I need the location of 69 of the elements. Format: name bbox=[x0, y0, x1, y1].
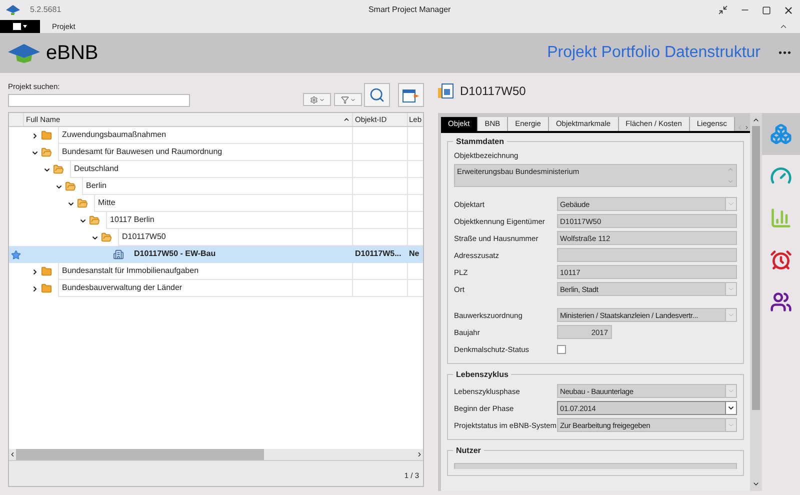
page-title: Projekt Portfolio Datenstruktur bbox=[547, 43, 760, 63]
alarm-clock-icon bbox=[770, 249, 792, 271]
restore-icon[interactable] bbox=[718, 5, 728, 15]
folder-icon bbox=[41, 130, 52, 142]
window-title: Smart Project Manager bbox=[367, 4, 452, 16]
cubes-icon bbox=[770, 123, 792, 145]
collapse-icon[interactable] bbox=[43, 166, 51, 174]
folder-icon bbox=[53, 164, 64, 176]
logo-icon bbox=[6, 5, 20, 15]
settings-icon bbox=[310, 96, 318, 104]
maximize-icon[interactable] bbox=[762, 6, 771, 14]
users-icon bbox=[770, 291, 792, 313]
collapse-ribbon-icon[interactable] bbox=[779, 22, 788, 31]
checkbox[interactable] bbox=[557, 344, 566, 354]
new-window-button[interactable] bbox=[398, 83, 424, 108]
window-stack-icon bbox=[438, 83, 454, 99]
mortarboard-logo-icon bbox=[8, 42, 40, 64]
vertical-scrollbar[interactable] bbox=[750, 113, 762, 491]
folder-icon bbox=[41, 147, 52, 158]
scroll-down-icon[interactable] bbox=[752, 480, 760, 488]
settings-dropdown-button[interactable] bbox=[303, 93, 331, 106]
horizontal-scrollbar[interactable] bbox=[9, 449, 423, 460]
tree-cell-text: D10117W50 - EW-Bau bbox=[133, 248, 217, 260]
collapse-icon[interactable] bbox=[31, 148, 39, 157]
folder-icon bbox=[41, 283, 52, 294]
scrollbar-thumb[interactable] bbox=[16, 449, 264, 460]
search-report-button[interactable] bbox=[364, 83, 390, 108]
window-arrow-icon bbox=[402, 87, 420, 104]
filter-icon bbox=[340, 96, 348, 104]
logo-text: eBNB bbox=[46, 41, 98, 66]
expand-icon[interactable] bbox=[31, 284, 39, 293]
caret-icon bbox=[318, 96, 324, 103]
object-title: D10117W50 bbox=[460, 83, 526, 100]
tree-row[interactable]: D10117W50 - EW-Bau D10117W5... Ne bbox=[9, 246, 423, 264]
collapse-icon[interactable] bbox=[91, 234, 99, 242]
panel-icon bbox=[13, 23, 27, 30]
collapse-icon[interactable] bbox=[79, 216, 87, 225]
version-label: 5.2.5681 bbox=[30, 4, 62, 16]
building-icon bbox=[113, 249, 124, 260]
table-cell-text: Ne bbox=[408, 248, 420, 260]
collapse-icon[interactable] bbox=[55, 182, 63, 191]
sort-up-icon bbox=[343, 116, 350, 124]
menu-button[interactable] bbox=[0, 20, 40, 33]
expand-icon[interactable] bbox=[31, 268, 39, 276]
close-icon[interactable] bbox=[783, 4, 794, 16]
text-field[interactable] bbox=[557, 248, 737, 262]
table-cell-text: D10117W5... bbox=[354, 248, 402, 260]
scroll-up-icon[interactable] bbox=[752, 116, 760, 124]
folder-icon bbox=[101, 232, 112, 244]
magnifier-icon bbox=[369, 87, 385, 104]
star-icon[interactable] bbox=[11, 250, 21, 260]
folder-icon bbox=[89, 215, 100, 226]
collapse-icon[interactable] bbox=[67, 200, 75, 208]
folder-icon bbox=[41, 266, 52, 278]
bar-chart-icon bbox=[770, 207, 792, 229]
scroll-right-icon[interactable] bbox=[416, 451, 423, 458]
expand-icon[interactable] bbox=[31, 132, 39, 140]
folder-icon bbox=[77, 198, 88, 210]
tree-row[interactable]: D10117W50 bbox=[9, 229, 423, 246]
caret-icon bbox=[350, 96, 356, 103]
search-field[interactable] bbox=[8, 94, 190, 108]
folder-icon bbox=[65, 181, 76, 192]
tree-cell: Bundesbauverwaltung der Länder bbox=[58, 280, 352, 298]
scrollbar-thumb[interactable] bbox=[752, 126, 760, 410]
section-title: Lebenszyklus bbox=[453, 369, 512, 382]
more-button[interactable]: ••• bbox=[778, 46, 792, 60]
filter-dropdown-button[interactable] bbox=[334, 93, 362, 106]
tab-scroll-right-icon[interactable] bbox=[744, 124, 750, 131]
scroll-left-icon[interactable] bbox=[9, 451, 16, 458]
